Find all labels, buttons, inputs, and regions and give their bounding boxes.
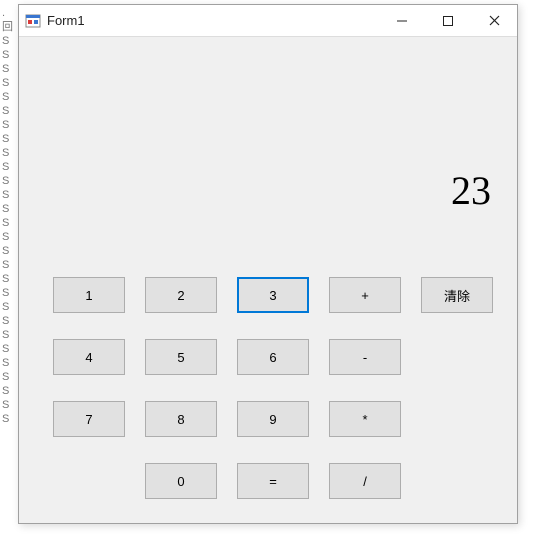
calculator-display: 23 [451,167,491,214]
app-window: Form1 23 1 2 3 + 清除 4 5 6 - 7 8 [18,4,518,524]
digit-6-button[interactable]: 6 [237,339,309,375]
titlebar[interactable]: Form1 [19,5,517,37]
window-controls [379,5,517,36]
maximize-button[interactable] [425,5,471,36]
digit-0-button[interactable]: 0 [145,463,217,499]
subtract-button[interactable]: - [329,339,401,375]
digit-1-button[interactable]: 1 [53,277,125,313]
digit-5-button[interactable]: 5 [145,339,217,375]
digit-8-button[interactable]: 8 [145,401,217,437]
digit-9-button[interactable]: 9 [237,401,309,437]
multiply-button[interactable]: * [329,401,401,437]
add-button[interactable]: + [329,277,401,313]
equals-button[interactable]: = [237,463,309,499]
app-icon [25,13,41,29]
divide-button[interactable]: / [329,463,401,499]
digit-2-button[interactable]: 2 [145,277,217,313]
minimize-button[interactable] [379,5,425,36]
editor-gutter: .回SSSSSSSSSSSSSSSSSSSSSSSSSSSS [0,0,14,536]
digit-7-button[interactable]: 7 [53,401,125,437]
digit-3-button[interactable]: 3 [237,277,309,313]
close-button[interactable] [471,5,517,36]
window-title: Form1 [47,13,379,28]
client-area: 23 1 2 3 + 清除 4 5 6 - 7 8 9 * 0 = / [19,37,517,523]
digit-4-button[interactable]: 4 [53,339,125,375]
clear-button[interactable]: 清除 [421,277,493,313]
